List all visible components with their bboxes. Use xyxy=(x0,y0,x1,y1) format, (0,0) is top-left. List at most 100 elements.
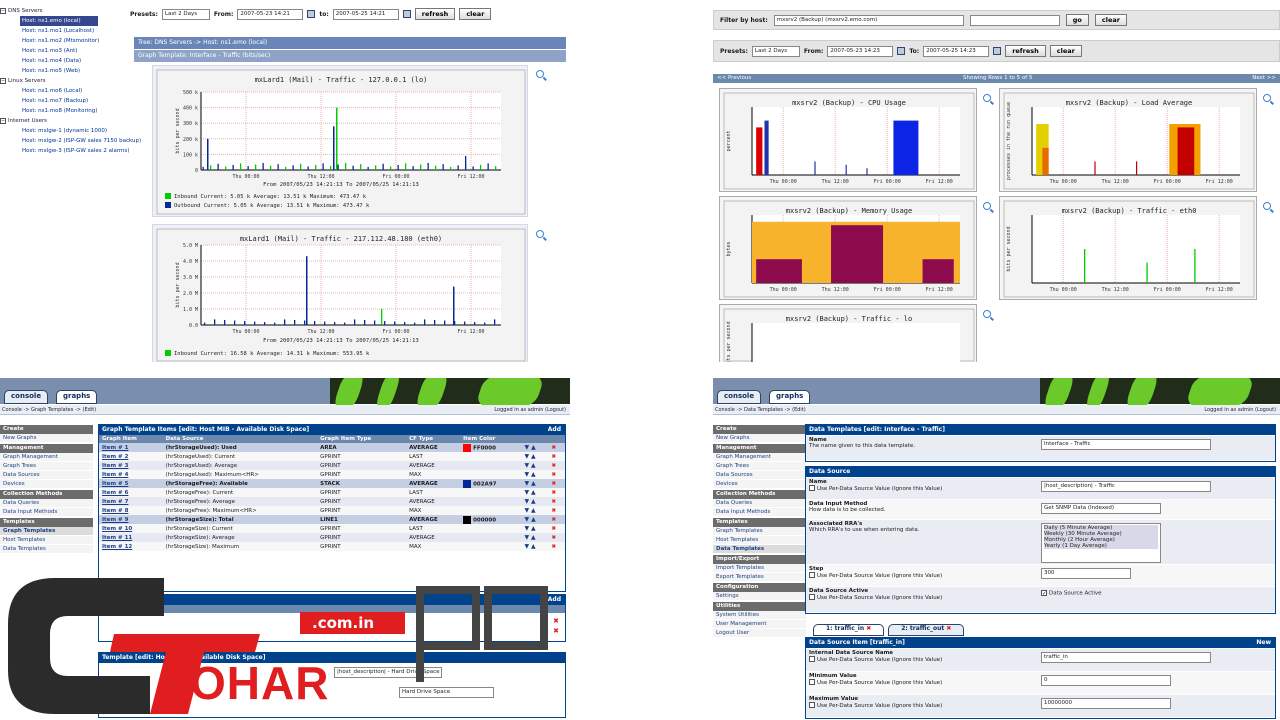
add-link[interactable]: Add xyxy=(548,425,561,435)
zoom-icon[interactable] xyxy=(983,310,991,318)
delete-icon[interactable]: ✖ xyxy=(553,627,559,635)
field-input[interactable]: 300 xyxy=(1041,568,1131,579)
expand-icon[interactable]: − xyxy=(0,8,6,14)
filter-text-input[interactable] xyxy=(969,14,1060,26)
tree-node[interactable]: − Linux Servers xyxy=(0,76,125,86)
item-cell[interactable]: Item # 1 xyxy=(99,443,163,452)
menu-item[interactable]: Data Queries xyxy=(0,499,93,508)
menu-item[interactable]: Data Input Methods xyxy=(0,508,93,517)
add-link[interactable]: Add xyxy=(548,595,561,605)
tree-leaf[interactable]: Host: ns1.mo3 (Ant) xyxy=(0,46,125,56)
item-link[interactable]: Item # 6 xyxy=(102,490,128,496)
menu-item[interactable]: Graph Templates xyxy=(713,527,806,536)
menu-item[interactable]: Host Templates xyxy=(713,536,806,545)
delete-icon[interactable]: ✖ xyxy=(551,490,556,496)
override-checkbox[interactable] xyxy=(809,485,815,491)
graph-image[interactable]: mxsrv2 (Backup) - Traffic - eth0 Thu 00:0… xyxy=(1000,197,1258,301)
table-row[interactable]: Item # 3 (hrStorageUsed): Average GPRINT AV… xyxy=(99,461,565,470)
override-checkbox[interactable] xyxy=(809,594,815,600)
table-row[interactable]: Item # 4 (hrStorageUsed): Maximum<HR> GPRI… xyxy=(99,470,565,479)
refresh-button[interactable]: refresh xyxy=(414,8,456,20)
item-link[interactable]: Item # 8 xyxy=(102,508,128,514)
preview-graph[interactable]: mxsrv2 (Backup) - Traffic - eth0 Thu 00:0… xyxy=(999,196,1257,300)
table-row[interactable]: Item # 7 (hrStorageFree): Average GPRINT AV… xyxy=(99,497,565,506)
zoom-icon[interactable] xyxy=(536,70,544,78)
item-cell[interactable]: Item # 8 xyxy=(99,506,163,515)
tree-leaf[interactable]: Host: mxlgw-1 (dynamic 1000) xyxy=(0,126,125,136)
menu-item[interactable]: Graph Management xyxy=(713,453,806,462)
rra-listbox[interactable]: Daily (5 Minute Average) Weekly (30 Minut… xyxy=(1041,523,1161,563)
item-cell[interactable]: Item # 4 xyxy=(99,470,163,479)
move-up-icon[interactable]: ▲ xyxy=(529,462,536,469)
menu-item[interactable]: Logout User xyxy=(713,629,806,638)
graph-image[interactable]: mxsrv2 (Backup) - Load Average Thu 00:00 T… xyxy=(1000,89,1258,193)
move-up-icon[interactable]: ▲ xyxy=(529,507,536,514)
menu-item[interactable]: Settings xyxy=(713,592,806,601)
preview-graph[interactable]: mxsrv2 (Backup) - Load Average Thu 00:00 T… xyxy=(999,88,1257,192)
move-up-icon[interactable]: ▲ xyxy=(529,516,536,523)
tree-leaf[interactable]: Host: ns1.emo (local) xyxy=(20,16,98,26)
menu-item[interactable]: New Graphs xyxy=(713,434,806,443)
menu-item[interactable]: Data Sources xyxy=(713,471,806,480)
item-link[interactable]: Item # 3 xyxy=(102,463,128,469)
move-up-icon[interactable]: ▲ xyxy=(529,453,536,460)
menu-item[interactable]: Data Templates xyxy=(713,545,806,554)
move-up-icon[interactable]: ▲ xyxy=(529,525,536,532)
item-link[interactable]: Item # 1 xyxy=(102,445,128,451)
graph-image[interactable]: mxsrv2 (Backup) - Traffic - lo bits per s… xyxy=(720,305,978,362)
item-cell[interactable]: Item # 3 xyxy=(99,461,163,470)
new-link[interactable]: New xyxy=(1256,638,1271,648)
tree-leaf[interactable]: Host: ns1.mo2 (Mtsmonitor) xyxy=(0,36,125,46)
table-row[interactable]: Item # 12 (hrStorageSize): Maximum GPRINT M… xyxy=(99,542,565,551)
calendar-icon[interactable] xyxy=(993,47,1002,55)
delete-icon[interactable]: ✖ xyxy=(551,535,556,541)
calendar-icon[interactable] xyxy=(307,10,316,18)
tree-leaf[interactable]: Host: ns1.mo6 (Local) xyxy=(0,86,125,96)
to-input[interactable]: 2007-05-25 14:23 xyxy=(923,45,990,57)
menu-item[interactable]: Devices xyxy=(713,480,806,489)
item-link[interactable]: Item # 5 xyxy=(102,481,128,487)
move-up-icon[interactable]: ▲ xyxy=(529,534,536,541)
tree-leaf[interactable]: Host: ns1.mo1 (Localhost) xyxy=(0,26,125,36)
close-icon[interactable]: ✖ xyxy=(946,625,951,632)
traffic-graph-eth0[interactable]: mxLard1 (Mail) - Traffic - 217.112.48.18… xyxy=(153,225,529,362)
table-row[interactable]: Item # 10 (hrStorageSize): Current GPRINT L… xyxy=(99,524,565,533)
calendar-icon[interactable] xyxy=(402,10,411,18)
table-row[interactable]: Item # 5 (hrStorageFree): Available STACK A… xyxy=(99,479,565,488)
graph-image[interactable]: mxsrv2 (Backup) - Memory Usage Thu 00:00 T… xyxy=(720,197,978,301)
calendar-icon[interactable] xyxy=(897,47,906,55)
move-up-icon[interactable]: ▲ xyxy=(529,498,536,505)
table-row[interactable]: Item # 9 (hrStorageSize): Total LINE1 AVERA… xyxy=(99,515,565,524)
field-input[interactable]: |host_description| - Traffic xyxy=(1041,481,1211,492)
item-link[interactable]: Item # 11 xyxy=(102,535,132,541)
tree-node[interactable]: − DNS Servers xyxy=(0,6,125,16)
tree-leaf[interactable]: Host: ns1.mo8 (Monitoring) xyxy=(0,106,125,116)
table-row[interactable]: Item # 2 (hrStorageUsed): Current GPRINT LA… xyxy=(99,452,565,461)
menu-item[interactable]: Graph Trees xyxy=(713,462,806,471)
move-up-icon[interactable]: ▲ xyxy=(529,471,536,478)
template-name-input[interactable]: Interface - Traffic xyxy=(1041,439,1211,450)
expand-icon[interactable]: − xyxy=(0,78,6,84)
field-input[interactable]: 10000000 xyxy=(1041,698,1171,709)
delete-icon[interactable]: ✖ xyxy=(551,499,556,505)
item-cell[interactable]: Item # 12 xyxy=(99,542,163,551)
delete-icon[interactable]: ✖ xyxy=(551,472,556,478)
clear-button[interactable]: clear xyxy=(459,8,492,20)
zoom-icon[interactable] xyxy=(1263,94,1271,102)
menu-item[interactable]: Data Templates xyxy=(0,545,93,554)
delete-icon[interactable]: ✖ xyxy=(551,481,556,487)
item-link[interactable]: Item # 12 xyxy=(102,544,132,550)
table-row[interactable]: Item # 1 (hrStorageUsed): Used AREA AVERAGE… xyxy=(99,443,565,452)
menu-item[interactable]: User Management xyxy=(713,620,806,629)
tree-leaf[interactable]: Host: ns1.mo5 (Web) xyxy=(0,66,125,76)
zoom-icon[interactable] xyxy=(983,202,991,210)
item-cell[interactable]: Item # 2 xyxy=(99,452,163,461)
title-input[interactable]: Hard Drive Space xyxy=(399,687,494,698)
zoom-icon[interactable] xyxy=(536,230,544,238)
preview-graph[interactable]: mxsrv2 (Backup) - Traffic - lo bits per s… xyxy=(719,304,977,362)
tree-node[interactable]: − Internet Users xyxy=(0,116,125,126)
delete-icon[interactable]: ✖ xyxy=(551,517,556,523)
input-method-select[interactable]: Get SNMP Data (Indexed) xyxy=(1041,503,1161,514)
tab-traffic-in[interactable]: 1: traffic_in ✖ xyxy=(813,624,885,636)
move-up-icon[interactable]: ▲ xyxy=(529,480,536,487)
